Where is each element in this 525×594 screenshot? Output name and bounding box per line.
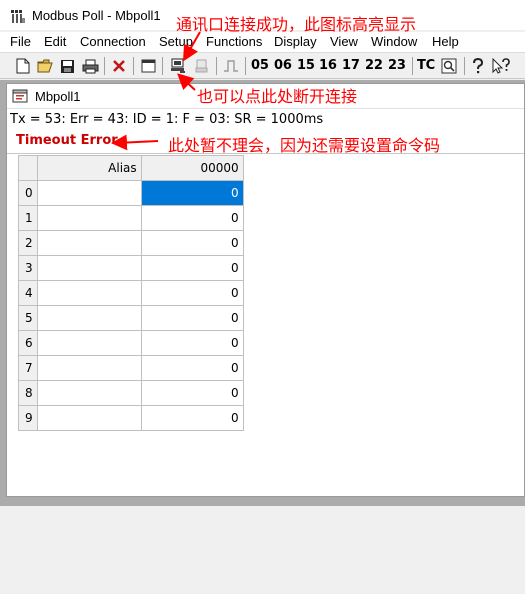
new-file-icon[interactable] bbox=[14, 56, 32, 76]
table-row: 1 0 bbox=[18, 205, 244, 231]
alias-cell[interactable] bbox=[36, 280, 142, 306]
context-help-icon[interactable] bbox=[491, 56, 511, 76]
grid-header-row: Alias 00000 bbox=[18, 155, 244, 181]
alias-cell[interactable] bbox=[36, 380, 142, 406]
alias-cell[interactable] bbox=[36, 355, 142, 381]
grid-corner-cell bbox=[18, 155, 38, 181]
row-index: 9 bbox=[18, 405, 38, 431]
value-column-header[interactable]: 00000 bbox=[140, 155, 244, 181]
menu-window[interactable]: Window bbox=[371, 34, 417, 49]
timeout-error-text: Timeout Error bbox=[16, 133, 118, 148]
table-row: 7 0 bbox=[18, 355, 244, 381]
alias-cell[interactable] bbox=[36, 180, 142, 206]
table-row: 9 0 bbox=[18, 405, 244, 431]
toolbar-separator bbox=[412, 57, 413, 75]
disconnect-icon[interactable] bbox=[191, 56, 211, 76]
value-cell[interactable]: 0 bbox=[140, 305, 244, 331]
poll-status-line: Tx = 53: Err = 43: ID = 1: F = 03: SR = … bbox=[10, 112, 324, 127]
delete-icon[interactable] bbox=[110, 56, 128, 76]
function-17-button[interactable]: 17 bbox=[342, 58, 360, 73]
value-cell[interactable]: 0 bbox=[140, 280, 244, 306]
window-title: Modbus Poll - Mbpoll1 bbox=[32, 8, 161, 23]
value-cell[interactable]: 0 bbox=[140, 205, 244, 231]
pulse-icon[interactable] bbox=[221, 56, 241, 76]
annotation-ignore-error: 此处暂不理会，因为还需要设置命令码 bbox=[168, 136, 441, 155]
table-row: 4 0 bbox=[18, 280, 244, 306]
document-window-icon bbox=[12, 89, 28, 103]
row-index: 8 bbox=[18, 380, 38, 406]
toolbar-separator bbox=[216, 57, 217, 75]
toolbar-separator bbox=[133, 57, 134, 75]
alias-cell[interactable] bbox=[36, 305, 142, 331]
print-icon[interactable] bbox=[81, 56, 99, 76]
value-cell[interactable]: 0 bbox=[140, 330, 244, 356]
table-row: 0 0 bbox=[18, 180, 244, 206]
value-cell[interactable]: 0 bbox=[140, 405, 244, 431]
menu-connection[interactable]: Connection bbox=[80, 34, 146, 49]
annotation-disconnect-hint: 也可以点此处断开连接 bbox=[197, 87, 358, 106]
table-row: 2 0 bbox=[18, 230, 244, 256]
alias-cell[interactable] bbox=[36, 230, 142, 256]
value-cell[interactable]: 0 bbox=[140, 355, 244, 381]
table-row: 8 0 bbox=[18, 380, 244, 406]
function-05-button[interactable]: 05 bbox=[251, 58, 269, 73]
row-index: 6 bbox=[18, 330, 38, 356]
register-grid: Alias 00000 0 0 1 0 2 0 3 0 4 0 5 0 6 0 … bbox=[18, 155, 244, 431]
value-cell-selected[interactable]: 0 bbox=[140, 180, 244, 206]
traffic-button[interactable]: TC bbox=[417, 58, 435, 73]
row-index: 0 bbox=[18, 180, 38, 206]
menu-view[interactable]: View bbox=[330, 34, 358, 49]
toolbar: 05 06 15 16 17 22 23 TC bbox=[0, 52, 525, 79]
open-folder-icon[interactable] bbox=[36, 56, 54, 76]
function-06-button[interactable]: 06 bbox=[274, 58, 292, 73]
help-question-icon[interactable] bbox=[469, 56, 487, 76]
child-window-title: Mbpoll1 bbox=[35, 89, 81, 104]
zoom-icon[interactable] bbox=[439, 56, 459, 76]
row-index: 1 bbox=[18, 205, 38, 231]
modbus-poll-app-icon bbox=[11, 10, 25, 23]
menu-help[interactable]: Help bbox=[432, 34, 459, 49]
table-row: 5 0 bbox=[18, 305, 244, 331]
connect-icon[interactable] bbox=[168, 56, 188, 76]
function-16-button[interactable]: 16 bbox=[319, 58, 337, 73]
menu-display[interactable]: Display bbox=[274, 34, 317, 49]
row-index: 7 bbox=[18, 355, 38, 381]
window-icon[interactable] bbox=[139, 56, 157, 76]
row-index: 2 bbox=[18, 230, 38, 256]
alias-cell[interactable] bbox=[36, 255, 142, 281]
function-23-button[interactable]: 23 bbox=[388, 58, 406, 73]
menu-setup[interactable]: Setup bbox=[159, 34, 193, 49]
toolbar-separator bbox=[104, 57, 105, 75]
value-cell[interactable]: 0 bbox=[140, 380, 244, 406]
alias-cell[interactable] bbox=[36, 330, 142, 356]
alias-column-header[interactable]: Alias bbox=[36, 155, 142, 181]
function-15-button[interactable]: 15 bbox=[297, 58, 315, 73]
menu-functions[interactable]: Functions bbox=[206, 34, 262, 49]
alias-cell[interactable] bbox=[36, 205, 142, 231]
menu-bar: File Edit Connection Setup Functions Dis… bbox=[0, 32, 525, 52]
table-row: 3 0 bbox=[18, 255, 244, 281]
toolbar-separator bbox=[464, 57, 465, 75]
table-row: 6 0 bbox=[18, 330, 244, 356]
toolbar-separator bbox=[245, 57, 246, 75]
row-index: 5 bbox=[18, 305, 38, 331]
alias-cell[interactable] bbox=[36, 405, 142, 431]
function-22-button[interactable]: 22 bbox=[365, 58, 383, 73]
menu-file[interactable]: File bbox=[10, 34, 31, 49]
save-icon[interactable] bbox=[58, 56, 76, 76]
menu-edit[interactable]: Edit bbox=[44, 34, 66, 49]
value-cell[interactable]: 0 bbox=[140, 230, 244, 256]
value-cell[interactable]: 0 bbox=[140, 255, 244, 281]
row-index: 4 bbox=[18, 280, 38, 306]
toolbar-separator bbox=[162, 57, 163, 75]
annotation-connect-success: 通讯口连接成功，此图标高亮显示 bbox=[176, 15, 417, 34]
row-index: 3 bbox=[18, 255, 38, 281]
